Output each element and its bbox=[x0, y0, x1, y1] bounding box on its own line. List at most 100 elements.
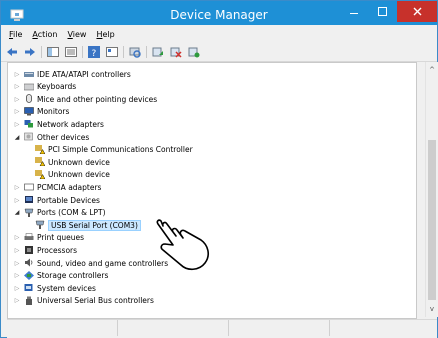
tree-item-label: Keyboards bbox=[37, 82, 77, 92]
collapse-arrow-icon[interactable]: ◢ bbox=[14, 209, 20, 216]
tree-item-label: Mice and other pointing devices bbox=[37, 94, 158, 104]
expand-arrow-icon[interactable]: ▷ bbox=[14, 197, 20, 204]
unknown-device-warning-icon bbox=[35, 169, 45, 179]
expand-arrow-icon[interactable]: ▷ bbox=[14, 260, 20, 267]
tree-item-label: Storage controllers bbox=[37, 271, 109, 281]
system-device-icon bbox=[24, 284, 33, 292]
expand-arrow-icon[interactable]: ▷ bbox=[14, 121, 20, 128]
status-segment bbox=[229, 320, 330, 336]
maximize-icon bbox=[377, 7, 387, 16]
other-devices-icon bbox=[24, 132, 33, 141]
expand-arrow-icon[interactable]: ▷ bbox=[14, 247, 20, 254]
uninstall-icon bbox=[170, 47, 182, 58]
help-button[interactable]: ? bbox=[87, 45, 101, 59]
tree-item-label: PCI Simple Communications Controller bbox=[48, 145, 193, 155]
tree-category-item[interactable]: ▷ Mice and other pointing devices bbox=[8, 93, 408, 105]
device-manager-window: Device Manager File Action View Help ? ▷… bbox=[0, 0, 438, 338]
tree-pane-icon bbox=[47, 47, 59, 57]
menu-bar: File Action View Help bbox=[1, 25, 437, 43]
expand-arrow-icon[interactable]: ▷ bbox=[14, 96, 20, 103]
forward-button[interactable] bbox=[23, 45, 37, 59]
expand-arrow-icon[interactable]: ▷ bbox=[14, 285, 20, 292]
expand-arrow-icon[interactable]: ▷ bbox=[14, 234, 20, 241]
update-driver-icon bbox=[152, 47, 163, 57]
pointing-hand-cursor-icon bbox=[156, 219, 210, 271]
menu-action[interactable]: Action bbox=[32, 30, 57, 39]
tree-item-label: Universal Serial Bus controllers bbox=[37, 296, 154, 306]
expand-arrow-icon[interactable]: ▷ bbox=[14, 71, 20, 78]
tree-category-item[interactable]: ▷ PCMCIA adapters bbox=[8, 181, 408, 193]
expand-arrow-icon[interactable]: ▷ bbox=[14, 108, 20, 115]
tree-item-label-selected: USB Serial Port (COM3) bbox=[48, 219, 141, 231]
tree-category-item[interactable]: ▷ Network adapters bbox=[8, 118, 408, 130]
processor-icon bbox=[25, 246, 33, 255]
storage-icon bbox=[24, 270, 34, 280]
device-tree[interactable]: ▷ IDE ATA/ATAPI controllers ▷ Keyboards ▷ Mic… bbox=[7, 62, 417, 319]
status-bar bbox=[7, 319, 437, 338]
toolbar-separator bbox=[41, 46, 42, 58]
list-view-button[interactable] bbox=[64, 45, 78, 59]
tree-category-item[interactable]: ▷ Portable Devices bbox=[8, 194, 408, 206]
collapse-arrow-icon[interactable]: ◢ bbox=[14, 134, 20, 141]
svg-text:?: ? bbox=[92, 49, 97, 58]
keyboard-icon bbox=[24, 83, 34, 90]
tree-item-label: Unknown device bbox=[48, 157, 110, 167]
toolbar-separator bbox=[82, 46, 83, 58]
scroll-down-arrow-icon[interactable]: v bbox=[426, 305, 438, 313]
back-button[interactable] bbox=[5, 45, 19, 59]
status-segment bbox=[118, 320, 229, 336]
scrollbar-thumb[interactable] bbox=[428, 140, 436, 300]
properties-button[interactable] bbox=[105, 45, 119, 59]
menu-help[interactable]: Help bbox=[96, 30, 114, 39]
tree-item-label: IDE ATA/ATAPI controllers bbox=[37, 69, 131, 79]
tree-category-item[interactable]: ▷ Universal Serial Bus controllers bbox=[8, 295, 408, 307]
speaker-icon bbox=[25, 258, 33, 267]
toolbar: ? bbox=[1, 43, 437, 62]
ide-controller-icon bbox=[24, 72, 34, 77]
scan-hardware-button[interactable] bbox=[128, 45, 142, 59]
enable-device-icon bbox=[188, 47, 200, 58]
tree-child-item[interactable]: PCI Simple Communications Controller bbox=[8, 144, 408, 156]
expand-arrow-icon[interactable]: ▷ bbox=[14, 184, 20, 191]
unknown-device-warning-icon bbox=[35, 157, 45, 167]
tree-category-item[interactable]: ▷ IDE ATA/ATAPI controllers bbox=[8, 68, 408, 80]
tree-item-label: Other devices bbox=[37, 132, 90, 142]
close-icon bbox=[413, 7, 421, 16]
status-segment bbox=[7, 320, 118, 336]
tree-category-item[interactable]: ▷ System devices bbox=[8, 282, 408, 294]
close-button[interactable] bbox=[397, 1, 437, 22]
enable-device-button[interactable] bbox=[187, 45, 201, 59]
toolbar-separator bbox=[123, 46, 124, 58]
expand-arrow-icon[interactable]: ▷ bbox=[14, 83, 20, 90]
tree-child-item[interactable]: Unknown device bbox=[8, 169, 408, 181]
port-icon bbox=[35, 220, 45, 230]
list-view-icon bbox=[65, 47, 77, 57]
tree-child-item[interactable]: Unknown device bbox=[8, 156, 408, 168]
toolbar-separator bbox=[146, 46, 147, 58]
scan-hardware-icon bbox=[129, 47, 141, 58]
uninstall-button[interactable] bbox=[169, 45, 183, 59]
forward-arrow-icon bbox=[25, 48, 35, 56]
menu-file[interactable]: File bbox=[9, 30, 22, 39]
maximize-button[interactable] bbox=[369, 1, 395, 22]
monitor-icon bbox=[24, 106, 34, 116]
network-adapter-icon bbox=[24, 120, 33, 128]
minimize-button[interactable] bbox=[341, 1, 367, 22]
menu-view[interactable]: View bbox=[67, 30, 86, 39]
port-icon bbox=[24, 208, 34, 217]
update-driver-button[interactable] bbox=[151, 45, 165, 59]
show-hide-tree-button[interactable] bbox=[46, 45, 60, 59]
tree-item-label: Processors bbox=[37, 245, 78, 255]
help-icon: ? bbox=[88, 46, 100, 58]
minimize-icon bbox=[350, 12, 358, 14]
mouse-icon bbox=[26, 94, 32, 104]
expand-arrow-icon[interactable]: ▷ bbox=[14, 272, 20, 279]
expand-arrow-icon[interactable]: ▷ bbox=[14, 297, 20, 304]
tree-category-item[interactable]: ▷ Monitors bbox=[8, 106, 408, 118]
vertical-scrollbar[interactable]: ^ v bbox=[425, 62, 438, 317]
tree-category-item[interactable]: ▷ Keyboards bbox=[8, 81, 408, 93]
tree-category-item[interactable]: ◢ Other devices bbox=[8, 131, 408, 143]
tree-item-label: Ports (COM & LPT) bbox=[37, 208, 106, 218]
scroll-up-arrow-icon[interactable]: ^ bbox=[426, 66, 438, 74]
tree-item-label: Print queues bbox=[37, 233, 85, 243]
